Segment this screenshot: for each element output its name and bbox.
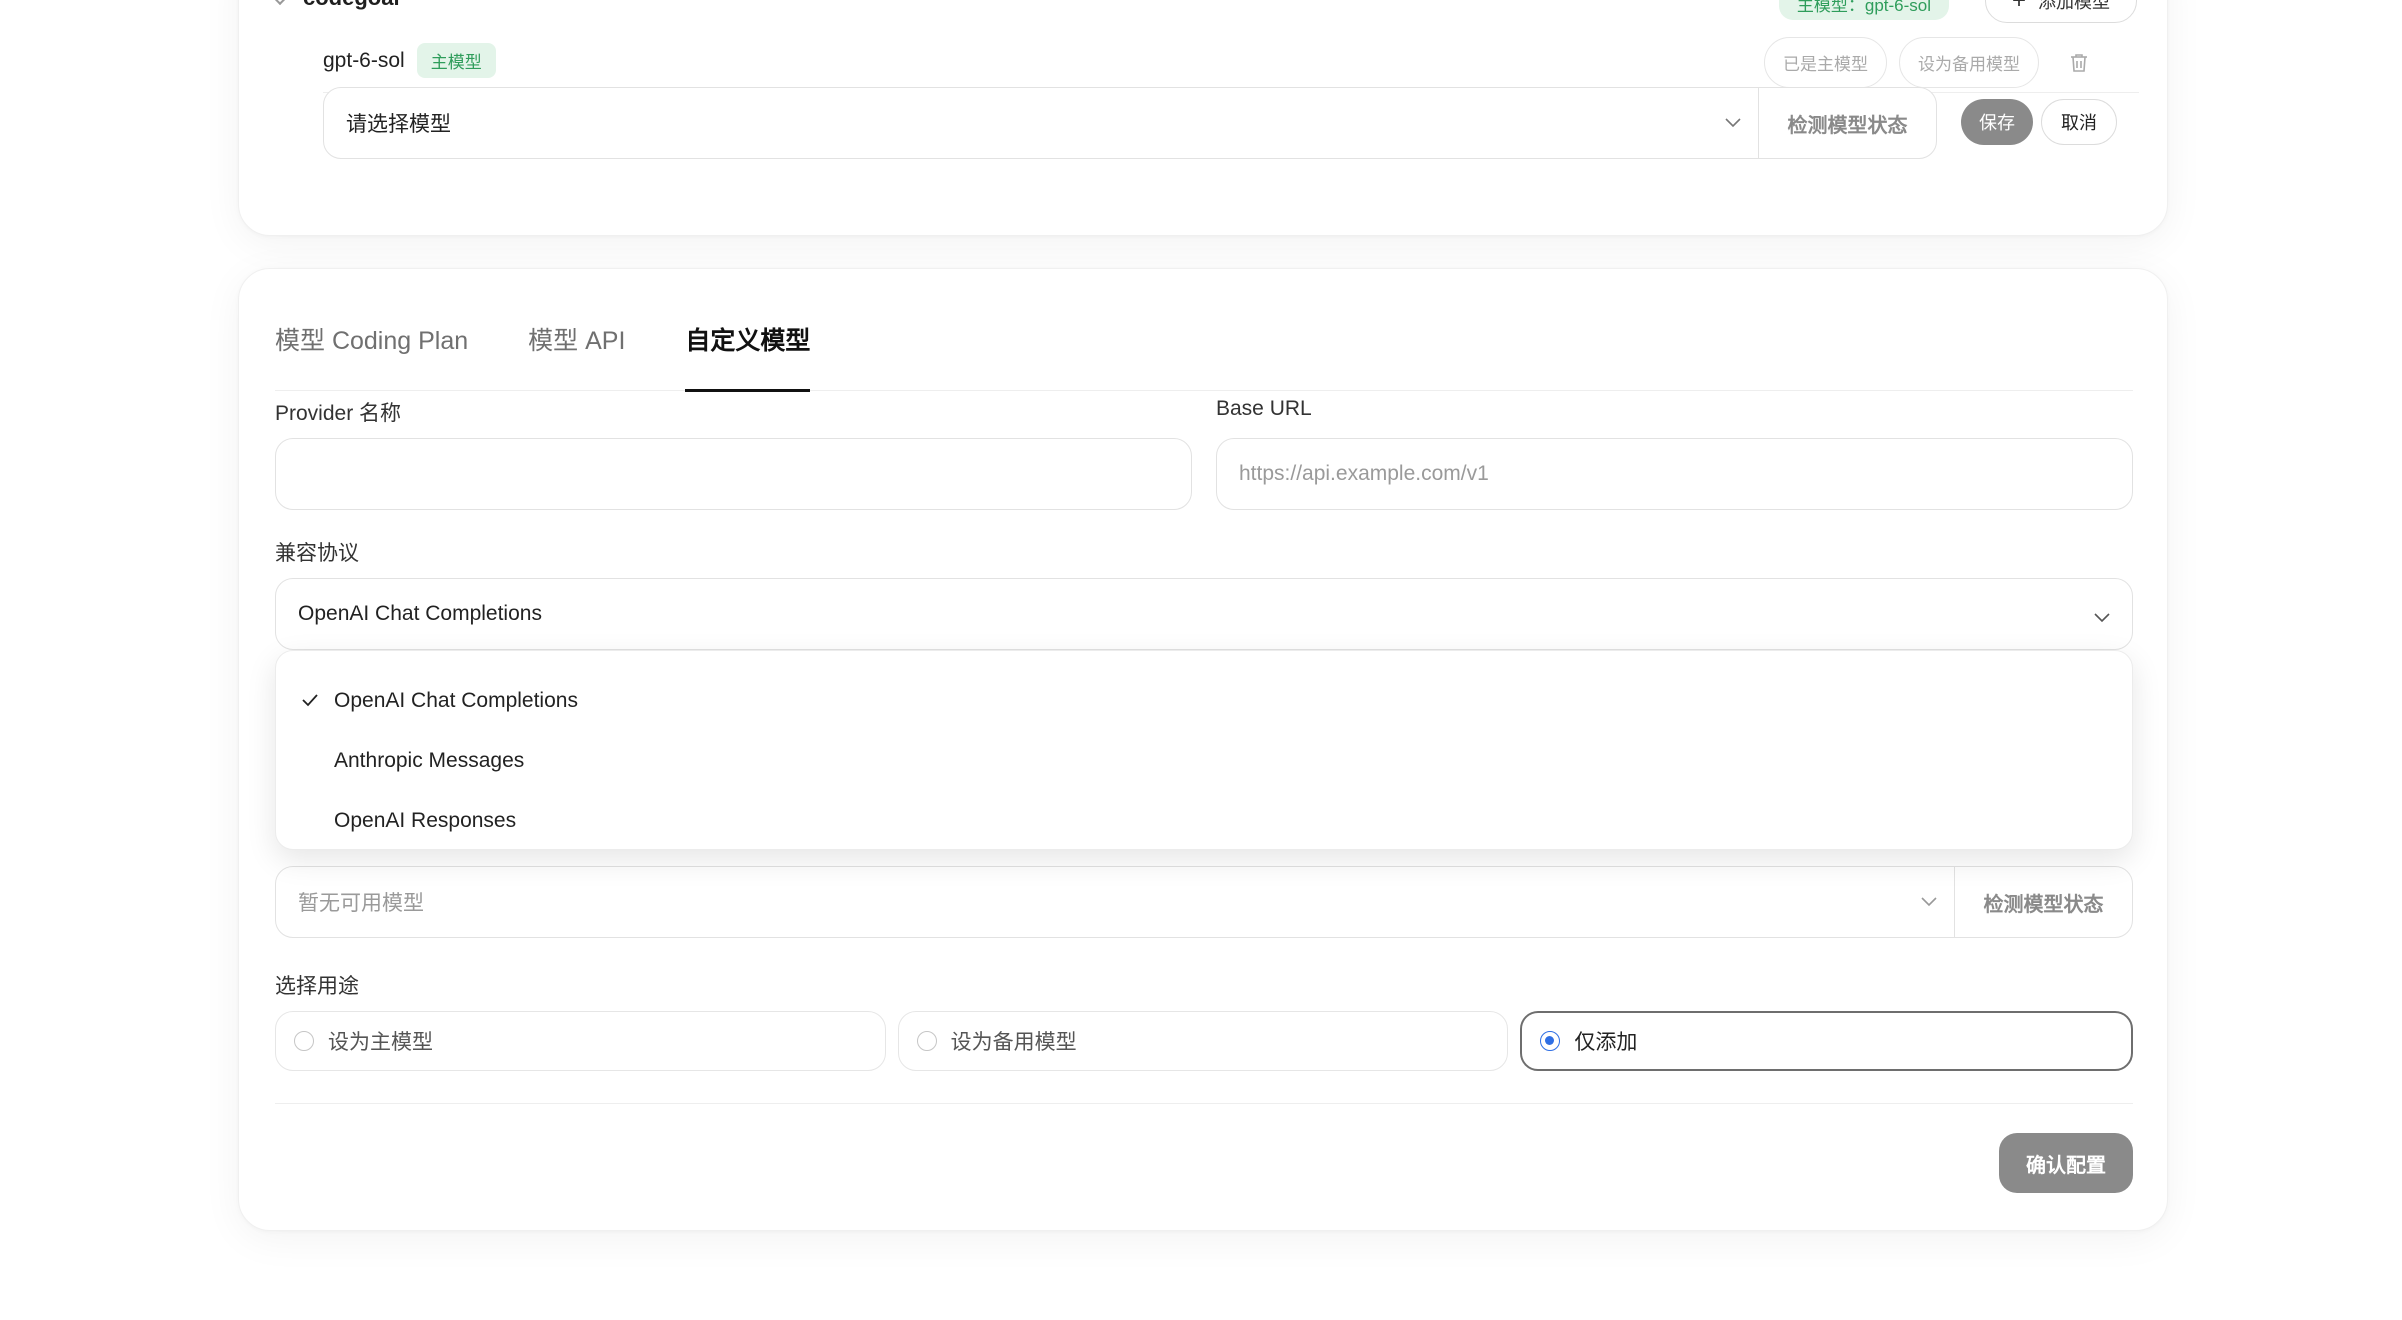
protocol-select[interactable]: OpenAI Chat Completions xyxy=(275,578,2133,650)
radio-selected-icon xyxy=(1540,1031,1561,1051)
model-name: gpt-6-sol xyxy=(323,48,405,72)
check-model-status-button[interactable]: 检测模型状态 xyxy=(1758,88,1936,158)
add-model-button[interactable]: + 添加模型 xyxy=(1984,0,2137,23)
protocol-option[interactable]: OpenAI Responses xyxy=(276,791,2132,851)
primary-model-badge: 主模型：gpt-6-sol xyxy=(1778,0,1949,20)
protocol-label: 兼容协议 xyxy=(275,542,359,565)
base-url-placeholder: https://api.example.com/v1 xyxy=(1239,462,1489,485)
purpose-option-label: 设为主模型 xyxy=(328,1031,433,1054)
base-url-input[interactable]: https://api.example.com/v1 xyxy=(1216,438,2133,510)
radio-icon xyxy=(916,1031,937,1051)
purpose-radio-group: 设为主模型 设为备用模型 仅添加 xyxy=(275,1011,2134,1071)
confirm-config-button[interactable]: 确认配置 xyxy=(1999,1133,2133,1193)
protocol-select-value: OpenAI Chat Completions xyxy=(298,602,542,625)
chevron-down-icon xyxy=(2094,605,2110,629)
protocol-option[interactable]: Anthropic Messages xyxy=(276,731,2132,791)
check-icon xyxy=(302,689,318,713)
provider-card: codegoal 主模型：gpt-6-sol + 添加模型 gpt-6-sol … xyxy=(238,0,2168,236)
tab-coding-plan[interactable]: 模型 Coding Plan xyxy=(275,299,468,391)
model-select[interactable]: 请选择模型 xyxy=(324,108,1708,138)
chevron-down-icon[interactable] xyxy=(1708,118,1758,128)
protocol-option-label: OpenAI Chat Completions xyxy=(334,689,578,712)
add-model-label: 添加模型 xyxy=(2038,0,2110,12)
provider-name-label: Provider 名称 xyxy=(275,402,402,425)
check-model-status-button[interactable]: 检测模型状态 xyxy=(1954,867,2132,937)
protocol-option-label: Anthropic Messages xyxy=(334,749,525,772)
protocol-option[interactable]: OpenAI Chat Completions xyxy=(276,671,2132,731)
purpose-set-backup[interactable]: 设为备用模型 xyxy=(897,1011,1509,1071)
provider-header[interactable]: codegoal xyxy=(272,0,400,11)
cancel-button[interactable]: 取消 xyxy=(2041,99,2117,145)
tab-model-api[interactable]: 模型 API xyxy=(528,299,625,391)
protocol-option-label: OpenAI Responses xyxy=(334,809,517,832)
purpose-option-label: 设为备用模型 xyxy=(950,1031,1077,1054)
custom-model-select-combo: 暂无可用模型 检测模型状态 xyxy=(275,866,2133,938)
is-primary-button[interactable]: 已是主模型 xyxy=(1764,37,1887,88)
primary-badge: 主模型 xyxy=(416,43,496,78)
purpose-set-primary[interactable]: 设为主模型 xyxy=(275,1011,886,1071)
trash-icon[interactable] xyxy=(2059,43,2099,83)
divider xyxy=(275,1103,2133,1104)
tab-custom-model[interactable]: 自定义模型 xyxy=(685,299,811,392)
model-row-actions: 已是主模型 设为备用模型 xyxy=(1764,37,2099,88)
purpose-label: 选择用途 xyxy=(275,975,359,998)
custom-model-card: 模型 Coding Plan 模型 API 自定义模型 Provider 名称 … xyxy=(238,268,2168,1231)
provider-name-input[interactable] xyxy=(275,438,1192,510)
chevron-down-icon[interactable] xyxy=(272,0,288,6)
save-button[interactable]: 保存 xyxy=(1961,99,2033,145)
purpose-option-label: 仅添加 xyxy=(1574,1031,1638,1054)
set-backup-button[interactable]: 设为备用模型 xyxy=(1899,37,2039,88)
base-url-label: Base URL xyxy=(1216,397,1312,420)
model-row: gpt-6-sol 主模型 已是主模型 设为备用模型 xyxy=(323,29,2139,93)
protocol-dropdown-menu: OpenAI Chat Completions Anthropic Messag… xyxy=(275,650,2133,850)
radio-icon xyxy=(294,1031,314,1051)
purpose-add-only[interactable]: 仅添加 xyxy=(1520,1011,2134,1071)
custom-model-select[interactable]: 暂无可用模型 xyxy=(276,887,1904,917)
chevron-down-icon[interactable] xyxy=(1904,897,1954,907)
provider-name: codegoal xyxy=(303,0,400,11)
tab-bar: 模型 Coding Plan 模型 API 自定义模型 xyxy=(275,299,2133,392)
model-select-combo: 请选择模型 检测模型状态 xyxy=(323,87,1937,159)
plus-icon: + xyxy=(2011,0,2026,14)
